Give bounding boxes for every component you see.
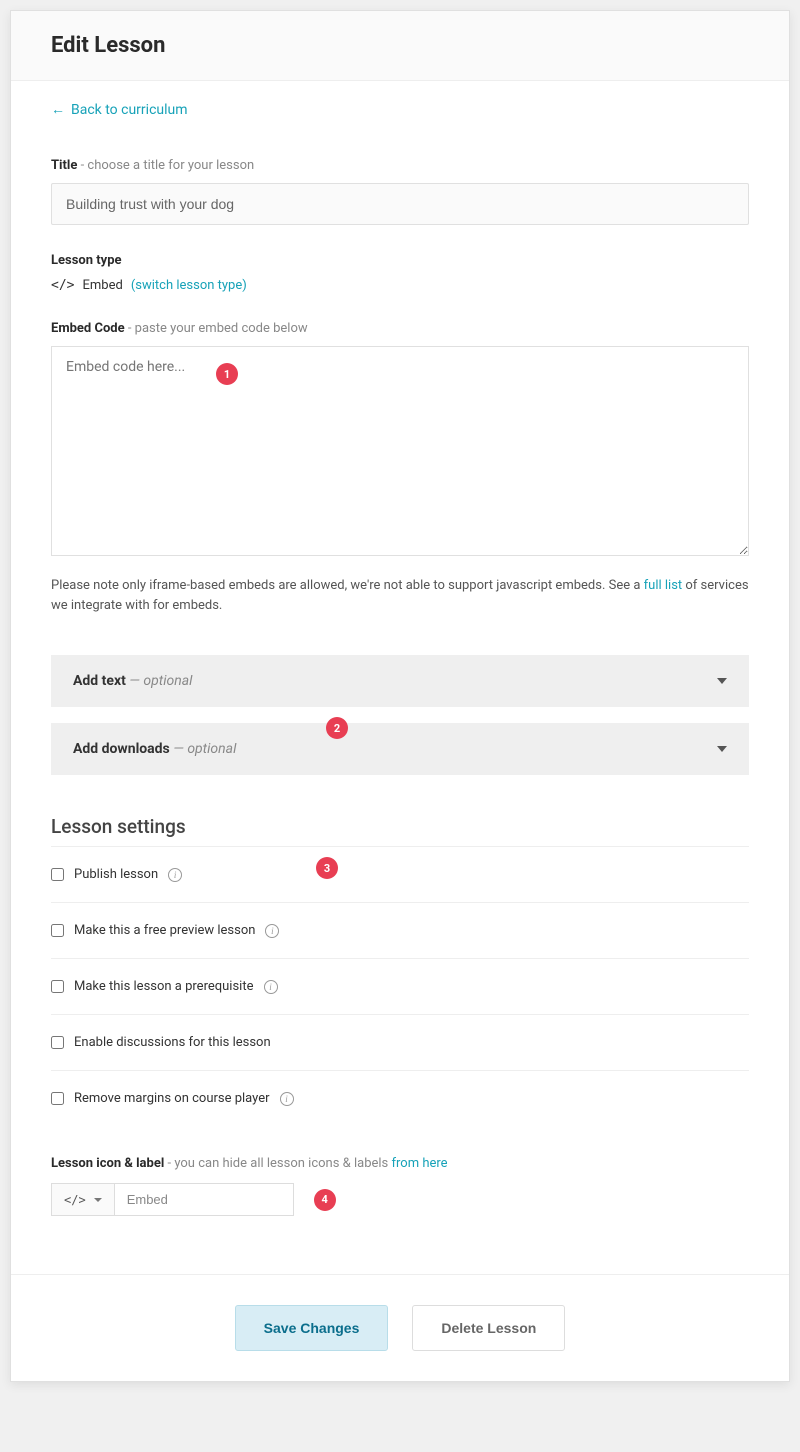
- lesson-icon-label-text: Lesson icon & label - you can hide all l…: [51, 1156, 749, 1171]
- code-icon: </>: [51, 278, 74, 293]
- add-downloads-accordion[interactable]: Add downloads — optional: [51, 723, 749, 775]
- back-link-label: Back to curriculum: [71, 102, 188, 118]
- lesson-icon-select[interactable]: </>: [51, 1183, 114, 1216]
- lesson-label-input[interactable]: [114, 1183, 294, 1216]
- embed-label-bold: Embed Code: [51, 321, 125, 336]
- title-field-label: Title - choose a title for your lesson: [51, 158, 749, 173]
- full-list-link[interactable]: full list: [644, 578, 683, 593]
- setting-label: Remove margins on course player: [74, 1091, 270, 1106]
- add-downloads-sep: —: [170, 741, 188, 757]
- info-icon[interactable]: i: [265, 924, 279, 938]
- chevron-down-icon: [94, 1198, 102, 1202]
- code-icon: </>: [64, 1193, 86, 1207]
- delete-lesson-button[interactable]: Delete Lesson: [412, 1305, 565, 1351]
- setting-row-free-preview: Make this a free preview lesson i: [51, 903, 749, 959]
- lesson-type-label: Lesson type: [51, 253, 749, 268]
- enable-discussions-checkbox[interactable]: [51, 1036, 64, 1049]
- setting-label: Make this lesson a prerequisite: [74, 979, 254, 994]
- lesson-settings-heading: Lesson settings: [51, 815, 749, 838]
- chevron-down-icon: [717, 678, 727, 684]
- add-text-sep: —: [126, 673, 144, 689]
- setting-row-prerequisite: Make this lesson a prerequisite i: [51, 959, 749, 1015]
- title-input[interactable]: [51, 183, 749, 225]
- annotation-badge-4: 4: [314, 1189, 336, 1211]
- add-downloads-bold: Add downloads: [73, 741, 170, 757]
- info-icon[interactable]: i: [168, 868, 182, 882]
- from-here-link[interactable]: from here: [392, 1156, 448, 1171]
- switch-lesson-type-link[interactable]: (switch lesson type): [131, 278, 247, 293]
- embed-code-textarea[interactable]: [51, 346, 749, 556]
- annotation-badge-1: 1: [216, 363, 238, 385]
- setting-label: Publish lesson: [74, 867, 158, 882]
- embed-note: Please note only iframe-based embeds are…: [51, 576, 749, 615]
- add-downloads-label: Add downloads — optional: [73, 741, 236, 757]
- title-field-group: Title - choose a title for your lesson: [51, 158, 749, 225]
- add-text-accordion[interactable]: Add text — optional: [51, 655, 749, 707]
- icon-label-hint: - you can hide all lesson icons & labels: [164, 1156, 391, 1171]
- setting-label: Make this a free preview lesson: [74, 923, 255, 938]
- embed-note-pre: Please note only iframe-based embeds are…: [51, 578, 644, 593]
- setting-row-discussions: Enable discussions for this lesson: [51, 1015, 749, 1071]
- setting-row-publish: Publish lesson i: [51, 847, 749, 903]
- setting-label: Enable discussions for this lesson: [74, 1035, 271, 1050]
- embed-code-group: Embed Code - paste your embed code below…: [51, 321, 749, 615]
- annotation-badge-2: 2: [326, 717, 348, 739]
- accordion-group: Add text — optional 2 Add downloads — op…: [51, 655, 749, 775]
- back-to-curriculum-link[interactable]: ← Back to curriculum: [51, 101, 188, 118]
- card-footer: Save Changes Delete Lesson: [11, 1274, 789, 1381]
- arrow-left-icon: ←: [51, 101, 65, 118]
- add-text-label: Add text — optional: [73, 673, 192, 689]
- add-text-bold: Add text: [73, 673, 126, 689]
- annotation-badge-3: 3: [316, 857, 338, 879]
- lesson-type-group: Lesson type </> Embed (switch lesson typ…: [51, 253, 749, 293]
- icon-label-row: </> 4: [51, 1183, 749, 1216]
- card-header: Edit Lesson: [11, 11, 789, 81]
- lesson-type-value: Embed: [82, 278, 122, 293]
- remove-margins-checkbox[interactable]: [51, 1092, 64, 1105]
- info-icon[interactable]: i: [264, 980, 278, 994]
- prerequisite-checkbox[interactable]: [51, 980, 64, 993]
- page-title: Edit Lesson: [51, 33, 749, 58]
- embed-code-label: Embed Code - paste your embed code below: [51, 321, 749, 336]
- info-icon[interactable]: i: [280, 1092, 294, 1106]
- title-label-bold: Title: [51, 158, 77, 173]
- add-text-optional: optional: [143, 673, 192, 689]
- lesson-type-label-text: Lesson type: [51, 253, 122, 268]
- setting-row-remove-margins: Remove margins on course player i: [51, 1071, 749, 1126]
- lesson-icon-label-group: Lesson icon & label - you can hide all l…: [51, 1156, 749, 1216]
- card-content: ← Back to curriculum Title - choose a ti…: [11, 81, 789, 1274]
- icon-label-bold: Lesson icon & label: [51, 1156, 164, 1171]
- embed-label-hint: - paste your embed code below: [125, 321, 308, 336]
- publish-lesson-checkbox[interactable]: [51, 868, 64, 881]
- save-changes-button[interactable]: Save Changes: [235, 1305, 389, 1351]
- lesson-type-row: </> Embed (switch lesson type): [51, 278, 749, 293]
- settings-list: 3 Publish lesson i Make this a free prev…: [51, 847, 749, 1126]
- add-downloads-optional: optional: [187, 741, 236, 757]
- title-label-hint: - choose a title for your lesson: [77, 158, 254, 173]
- edit-lesson-card: Edit Lesson ← Back to curriculum Title -…: [10, 10, 790, 1382]
- chevron-down-icon: [717, 746, 727, 752]
- free-preview-checkbox[interactable]: [51, 924, 64, 937]
